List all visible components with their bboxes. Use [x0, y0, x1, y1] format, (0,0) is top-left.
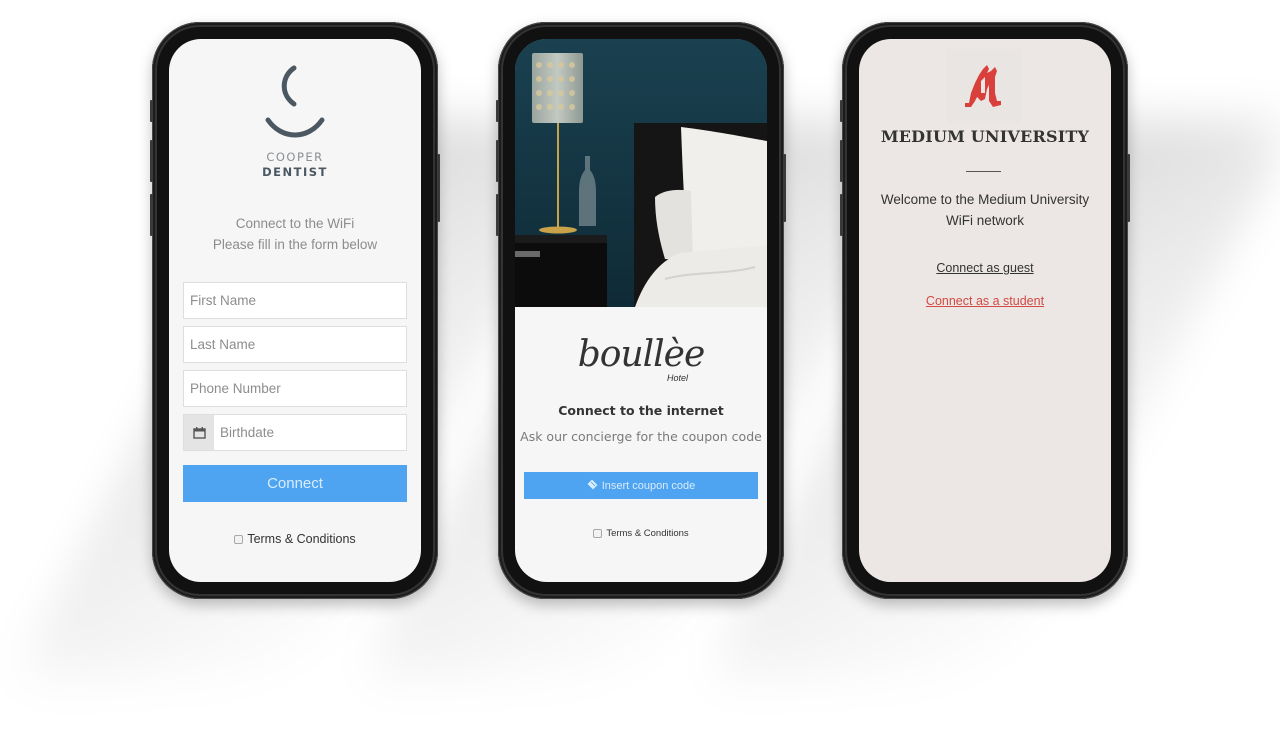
first-name-input[interactable] [184, 283, 406, 318]
phone-number-input[interactable] [184, 371, 406, 406]
captive-portal-screen: MEDIUM UNIVERSITY Welcome to the Medium … [859, 39, 1111, 582]
guest-link-row: Connect as guest [859, 261, 1111, 275]
silent-switch [840, 100, 843, 122]
calendar-icon[interactable] [184, 415, 214, 450]
volume-down-button [496, 194, 499, 236]
volume-up-button [840, 140, 843, 182]
last-name-input[interactable] [184, 327, 406, 362]
birthdate-input[interactable] [214, 415, 406, 450]
power-button [437, 154, 440, 222]
welcome-text: Welcome to the Medium University WiFi ne… [869, 189, 1101, 231]
terms-label[interactable]: Terms & Conditions [247, 532, 355, 546]
insert-coupon-label: Insert coupon code [601, 479, 696, 492]
bedroom-photo [515, 39, 767, 307]
volume-down-button [840, 194, 843, 236]
phone-boullee-hotel: boullèe Hotel Connect to the internet As… [496, 22, 786, 599]
volume-down-button [150, 194, 153, 236]
intro-line-2: Please fill in the form below [212, 237, 378, 252]
terms-checkbox[interactable] [593, 529, 603, 538]
student-link-row: Connect as a student [859, 294, 1111, 308]
boullee-hotel-logo: boullèe Hotel [515, 334, 767, 384]
title-divider [966, 171, 1001, 172]
connect-as-student-link[interactable]: Connect as a student [926, 294, 1044, 308]
silent-switch [496, 100, 499, 122]
blackletter-m-logo-icon [947, 49, 1021, 123]
connect-as-guest-link[interactable]: Connect as guest [936, 261, 1033, 275]
cooper-logo-icon [169, 64, 421, 142]
brand-line-1: COOPER [266, 150, 324, 164]
captive-portal-screen: COOPER DENTIST Connect to the WiFi Pleas… [169, 39, 421, 582]
welcome-line-2: WiFi network [945, 213, 1024, 228]
brand-line-2: DENTIST [262, 165, 328, 179]
terms-checkbox[interactable] [234, 534, 244, 544]
terms-row: Terms & Conditions [169, 532, 421, 546]
volume-up-button [496, 140, 499, 182]
power-button [1127, 154, 1130, 222]
silent-switch [150, 100, 153, 122]
insert-coupon-button[interactable]: Insert coupon code [524, 472, 758, 499]
captive-portal-screen: boullèe Hotel Connect to the internet As… [515, 39, 767, 582]
intro-line-1: Connect to the WiFi [235, 216, 355, 231]
ticket-icon [586, 477, 599, 493]
welcome-line-1: Welcome to the Medium University [880, 192, 1090, 207]
brand-name: COOPER DENTIST [169, 150, 421, 180]
terms-row: Terms & Conditions [515, 528, 767, 539]
hotel-brand-name: boullèe [577, 334, 706, 375]
university-title: MEDIUM UNIVERSITY [880, 127, 1090, 146]
phone-cooper-dentist: COOPER DENTIST Connect to the WiFi Pleas… [150, 22, 440, 599]
first-name-field [183, 282, 407, 319]
phone-number-field [183, 370, 407, 407]
volume-up-button [150, 140, 153, 182]
last-name-field [183, 326, 407, 363]
birthdate-field [183, 414, 407, 451]
hotel-brand-sub: Hotel [667, 373, 689, 383]
terms-label[interactable]: Terms & Conditions [606, 528, 688, 539]
phone-medium-university: MEDIUM UNIVERSITY Welcome to the Medium … [840, 22, 1130, 599]
power-button [783, 154, 786, 222]
connect-button[interactable]: Connect [183, 465, 407, 502]
intro-text: Connect to the WiFi Please fill in the f… [169, 213, 421, 255]
portal-subtitle: Ask our concierge for the coupon code [520, 429, 762, 444]
portal-title: Connect to the internet [558, 403, 724, 418]
